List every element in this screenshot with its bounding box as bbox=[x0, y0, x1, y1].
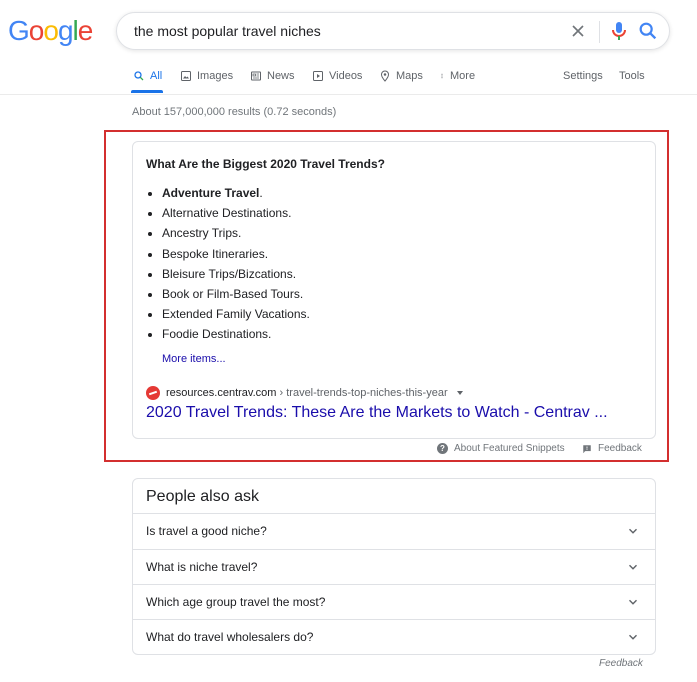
paa-question[interactable]: Which age group travel the most? bbox=[133, 584, 655, 620]
help-icon: ? bbox=[437, 443, 448, 454]
tools-link[interactable]: Tools bbox=[619, 68, 645, 84]
paa-feedback-link[interactable]: Feedback bbox=[599, 658, 643, 669]
list-item: Extended Family Vacations. bbox=[146, 307, 310, 327]
logo-letter: o bbox=[43, 15, 59, 46]
result-source: resources.centrav.com › travel-trends-to… bbox=[146, 386, 463, 400]
settings-link[interactable]: Settings bbox=[563, 68, 603, 84]
logo-letter: e bbox=[77, 15, 94, 46]
more-vert-icon bbox=[441, 73, 443, 79]
list-item-bold: Adventure Travel bbox=[162, 186, 260, 200]
list-item: Ancestry Trips. bbox=[146, 226, 310, 246]
snippet-list: Adventure Travel. Alternative Destinatio… bbox=[146, 186, 310, 348]
logo-letter: G bbox=[8, 15, 30, 46]
paa-question-text: What do travel wholesalers do? bbox=[146, 630, 314, 644]
search-divider bbox=[599, 21, 600, 43]
search-tabs: All Images News Videos Maps More Setting… bbox=[0, 68, 697, 95]
logo-letter: g bbox=[57, 15, 74, 46]
video-icon bbox=[313, 71, 323, 81]
tab-images[interactable]: Images bbox=[180, 68, 233, 84]
map-pin-icon bbox=[380, 70, 390, 82]
list-item: Foodie Destinations. bbox=[146, 327, 310, 347]
search-icon bbox=[134, 71, 144, 81]
result-stats: About 157,000,000 results (0.72 seconds) bbox=[132, 106, 337, 118]
list-item: Book or Film-Based Tours. bbox=[146, 287, 310, 307]
tab-label: All bbox=[150, 70, 163, 82]
tools-label: Tools bbox=[619, 70, 645, 82]
list-item: Adventure Travel. bbox=[146, 186, 310, 206]
active-tab-indicator bbox=[131, 90, 163, 93]
chevron-down-icon bbox=[629, 634, 637, 640]
snippet-title: What Are the Biggest 2020 Travel Trends? bbox=[146, 157, 385, 171]
search-icon[interactable] bbox=[637, 20, 659, 42]
tab-maps[interactable]: Maps bbox=[379, 68, 423, 84]
microphone-icon[interactable] bbox=[607, 19, 631, 43]
chevron-down-icon bbox=[629, 564, 637, 570]
tab-all[interactable]: All bbox=[133, 68, 162, 84]
feedback-icon bbox=[583, 444, 591, 453]
site-favicon-icon bbox=[146, 386, 160, 400]
tab-label: More bbox=[450, 70, 476, 82]
tab-label: Images bbox=[197, 70, 234, 82]
settings-label: Settings bbox=[563, 70, 603, 82]
paa-question-text: Is travel a good niche? bbox=[146, 524, 267, 538]
snippet-feedback-link[interactable]: Feedback bbox=[582, 443, 642, 454]
paa-question[interactable]: Is travel a good niche? bbox=[133, 513, 655, 549]
search-box[interactable]: the most popular travel niches bbox=[116, 12, 670, 50]
featured-snippet: What Are the Biggest 2020 Travel Trends?… bbox=[132, 141, 656, 439]
search-input[interactable]: the most popular travel niches bbox=[134, 23, 321, 39]
people-also-ask: People also ask Is travel a good niche? … bbox=[132, 478, 656, 655]
paa-question-text: Which age group travel the most? bbox=[146, 595, 326, 609]
news-icon bbox=[251, 71, 261, 81]
list-item: Bleisure Trips/Bizcations. bbox=[146, 267, 310, 287]
list-item: Bespoke Itineraries. bbox=[146, 247, 310, 267]
caret-down-icon[interactable] bbox=[456, 391, 463, 395]
google-logo[interactable]: Google bbox=[8, 15, 94, 47]
tab-more[interactable]: More bbox=[439, 68, 475, 84]
feedback-label: Feedback bbox=[598, 443, 642, 454]
site-path: › travel-trends-top-niches-this-year bbox=[276, 387, 448, 399]
paa-question[interactable]: What do travel wholesalers do? bbox=[133, 619, 655, 655]
tab-label: News bbox=[267, 70, 295, 82]
result-title-link[interactable]: 2020 Travel Trends: These Are the Market… bbox=[146, 404, 608, 422]
about-snippets-link[interactable]: ? About Featured Snippets bbox=[437, 443, 565, 454]
snippet-footer: ? About Featured Snippets Feedback bbox=[0, 443, 697, 457]
paa-question[interactable]: What is niche travel? bbox=[133, 549, 655, 585]
list-item-suffix: . bbox=[259, 186, 263, 200]
close-icon[interactable] bbox=[568, 21, 588, 41]
chevron-down-icon bbox=[629, 599, 637, 605]
tab-news[interactable]: News bbox=[250, 68, 295, 84]
image-icon bbox=[181, 71, 191, 81]
tab-label: Maps bbox=[396, 70, 423, 82]
logo-letter: o bbox=[28, 15, 45, 46]
list-item: Alternative Destinations. bbox=[146, 206, 310, 226]
paa-title: People also ask bbox=[146, 488, 259, 505]
chevron-down-icon bbox=[629, 528, 637, 534]
tab-label: Videos bbox=[329, 70, 363, 82]
tab-videos[interactable]: Videos bbox=[312, 68, 362, 84]
site-domain: resources.centrav.com bbox=[166, 387, 277, 399]
more-items-link[interactable]: More items... bbox=[162, 353, 226, 365]
about-snippets-label: About Featured Snippets bbox=[454, 443, 565, 454]
paa-question-text: What is niche travel? bbox=[146, 560, 258, 574]
